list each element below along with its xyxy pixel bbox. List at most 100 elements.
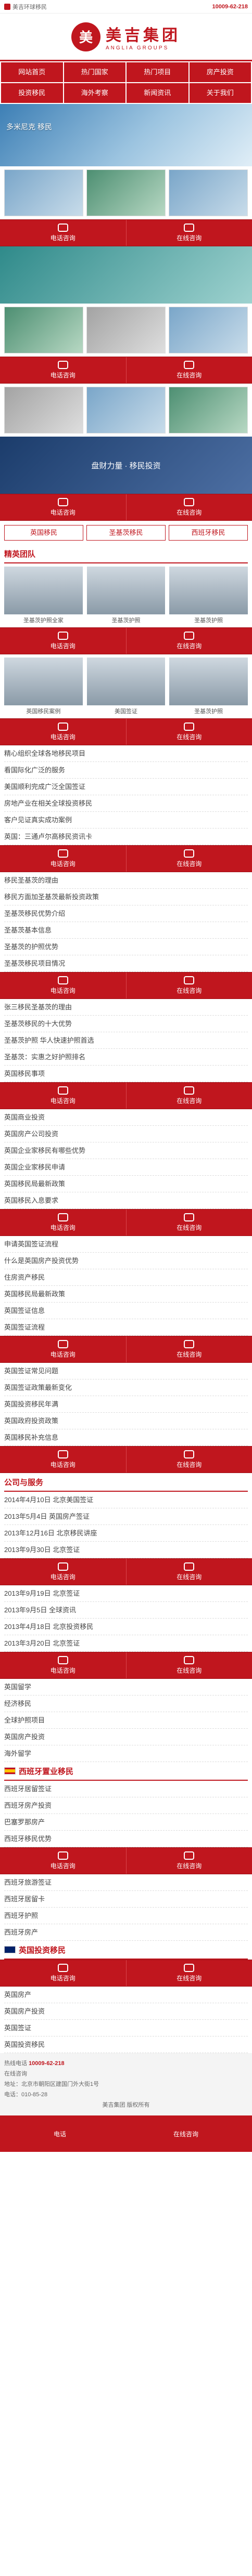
nav-item[interactable]: 关于我们 — [189, 83, 251, 103]
online-button[interactable]: 在线咨询 — [127, 1083, 252, 1109]
online-button[interactable]: 在线咨询 — [127, 628, 252, 654]
team-member[interactable]: 圣基茨护照 — [86, 567, 166, 624]
list-item[interactable]: 精心组织全球各地移民项目 — [4, 745, 248, 762]
call-button[interactable]: 电话咨询 — [0, 972, 127, 998]
nav-item[interactable]: 新闻资讯 — [127, 83, 188, 103]
list-item[interactable]: 圣基茨：实惠之好护照排名 — [4, 1049, 248, 1066]
tab-uk[interactable]: 英国移民 — [4, 525, 83, 541]
list-item[interactable]: 圣基茨基本信息 — [4, 922, 248, 939]
online-button[interactable]: 在线咨询 — [127, 1652, 252, 1678]
team-member[interactable]: 美国签证 — [86, 658, 166, 715]
list-item[interactable]: 圣基茨移民优势介绍 — [4, 905, 248, 922]
call-button[interactable]: 电话咨询 — [0, 1652, 127, 1678]
list-item[interactable]: 西班牙居留卡 — [4, 1891, 248, 1908]
team-member[interactable]: 圣基茨护照全家 — [4, 567, 83, 624]
list-item[interactable]: 西班牙护照 — [4, 1908, 248, 1924]
list-item[interactable]: 英国签证流程 — [4, 1319, 248, 1336]
topbar-hotline[interactable]: 10009-62-218 — [212, 4, 248, 10]
photo[interactable] — [169, 169, 248, 216]
list-item[interactable]: 英国房产 — [4, 1987, 248, 2003]
photo[interactable] — [4, 387, 83, 433]
nav-item[interactable]: 房产投资 — [189, 62, 251, 82]
tab-spain[interactable]: 西班牙移民 — [169, 525, 248, 541]
call-button[interactable]: 电话咨询 — [0, 357, 127, 383]
hero-banner[interactable]: 多米尼克 移民 — [0, 104, 252, 166]
footer-online[interactable]: 在线咨询 — [4, 2069, 248, 2079]
list-item[interactable]: 西班牙房产 — [4, 1924, 248, 1941]
team-member[interactable]: 英国移民案例 — [4, 658, 83, 715]
list-item[interactable]: 圣基茨的护照优势 — [4, 939, 248, 955]
call-button[interactable]: 电话咨询 — [0, 1848, 127, 1874]
list-item[interactable]: 英国移民入息要求 — [4, 1192, 248, 1209]
call-button[interactable]: 电话咨询 — [0, 494, 127, 520]
photo[interactable] — [4, 169, 83, 216]
list-item[interactable]: 英国签证政策最新变化 — [4, 1379, 248, 1396]
list-item[interactable]: 全球护照项目 — [4, 1712, 248, 1729]
online-button[interactable]: 在线咨询 — [127, 220, 252, 246]
list-item[interactable]: 移民方面加圣基茨最新投资政策 — [4, 889, 248, 905]
list-item[interactable]: 美国顺利完成广泛全国签证 — [4, 779, 248, 795]
list-item[interactable]: 英国政府投资政策 — [4, 1413, 248, 1429]
list-item[interactable]: 英国签证常见问题 — [4, 1363, 248, 1379]
photo[interactable] — [4, 307, 83, 353]
list-item[interactable]: 2013年9月30日 北京签证 — [4, 1542, 248, 1558]
list-item[interactable]: 2013年9月5日 全球资讯 — [4, 1602, 248, 1619]
list-item[interactable]: 移民圣基茨的理由 — [4, 872, 248, 889]
list-item[interactable]: 2013年9月19日 北京签证 — [4, 1585, 248, 1602]
online-button[interactable]: 在线咨询 — [127, 846, 252, 872]
team-member[interactable]: 圣基茨护照 — [169, 567, 248, 624]
list-item[interactable]: 英国房产投资 — [4, 2003, 248, 2020]
nav-item[interactable]: 投资移民 — [1, 83, 63, 103]
nav-item[interactable]: 热门国家 — [64, 62, 125, 82]
list-item[interactable]: 海外留学 — [4, 1745, 248, 1762]
bottom-call[interactable]: 电话 — [54, 2130, 66, 2138]
list-item[interactable]: 西班牙移民优势 — [4, 1831, 248, 1847]
online-button[interactable]: 在线咨询 — [127, 1960, 252, 1986]
online-button[interactable]: 在线咨询 — [127, 972, 252, 998]
list-item[interactable]: 英国移民局最新政策 — [4, 1176, 248, 1192]
list-item[interactable]: 经济移民 — [4, 1696, 248, 1712]
call-button[interactable]: 电话咨询 — [0, 220, 127, 246]
list-item[interactable]: 英国企业家移民申请 — [4, 1159, 248, 1176]
list-item[interactable]: 西班牙旅游签证 — [4, 1874, 248, 1891]
tab-st-kitts[interactable]: 圣基茨移民 — [86, 525, 166, 541]
list-item[interactable]: 英国房产公司投资 — [4, 1126, 248, 1142]
online-button[interactable]: 在线咨询 — [127, 1848, 252, 1874]
list-item[interactable]: 英国企业家移民有哪些优势 — [4, 1142, 248, 1159]
list-item[interactable]: 英国移民局最新政策 — [4, 1286, 248, 1303]
photo[interactable] — [86, 169, 166, 216]
online-button[interactable]: 在线咨询 — [127, 357, 252, 383]
list-item[interactable]: 圣基茨移民的十大优势 — [4, 1016, 248, 1032]
online-button[interactable]: 在线咨询 — [127, 1336, 252, 1362]
list-item[interactable]: 英国投资移民 — [4, 2036, 248, 2053]
nav-item[interactable]: 海外考察 — [64, 83, 125, 103]
online-button[interactable]: 在线咨询 — [127, 1447, 252, 1473]
list-item[interactable]: 西班牙居留签证 — [4, 1781, 248, 1797]
list-item[interactable]: 张三移民圣基茨的理由 — [4, 999, 248, 1016]
list-item[interactable]: 英国留学 — [4, 1679, 248, 1696]
call-button[interactable]: 电话咨询 — [0, 628, 127, 654]
list-item[interactable]: 西班牙房产投资 — [4, 1797, 248, 1814]
list-item[interactable]: 英国商业投资 — [4, 1109, 248, 1126]
list-item[interactable]: 看国际化广泛的服务 — [4, 762, 248, 779]
list-item[interactable]: 什么是英国房产投资优势 — [4, 1253, 248, 1269]
call-button[interactable]: 电话咨询 — [0, 846, 127, 872]
online-button[interactable]: 在线咨询 — [127, 1210, 252, 1236]
list-item[interactable]: 英国签证 — [4, 2020, 248, 2036]
banner-3[interactable]: 盘财力量 · 移民投资 — [0, 437, 252, 494]
list-item[interactable]: 申请英国签证流程 — [4, 1236, 248, 1253]
list-item[interactable]: 英国移民事项 — [4, 1066, 248, 1082]
call-button[interactable]: 电话咨询 — [0, 1336, 127, 1362]
list-item[interactable]: 英国签证信息 — [4, 1303, 248, 1319]
photo[interactable] — [169, 387, 248, 433]
list-item[interactable]: 英国房产投资 — [4, 1729, 248, 1745]
online-button[interactable]: 在线咨询 — [127, 719, 252, 745]
list-item[interactable]: 2013年5月4日 英国房产签证 — [4, 1508, 248, 1525]
list-item[interactable]: 2014年4月10日 北京美国签证 — [4, 1492, 248, 1508]
list-item[interactable]: 英国：三通卢尔高移民资讯卡 — [4, 829, 248, 845]
call-button[interactable]: 电话咨询 — [0, 1210, 127, 1236]
call-button[interactable]: 电话咨询 — [0, 1960, 127, 1986]
banner-2[interactable] — [0, 246, 252, 304]
team-member[interactable]: 圣基茨护照 — [169, 658, 248, 715]
list-item[interactable]: 英国移民补充信息 — [4, 1429, 248, 1446]
